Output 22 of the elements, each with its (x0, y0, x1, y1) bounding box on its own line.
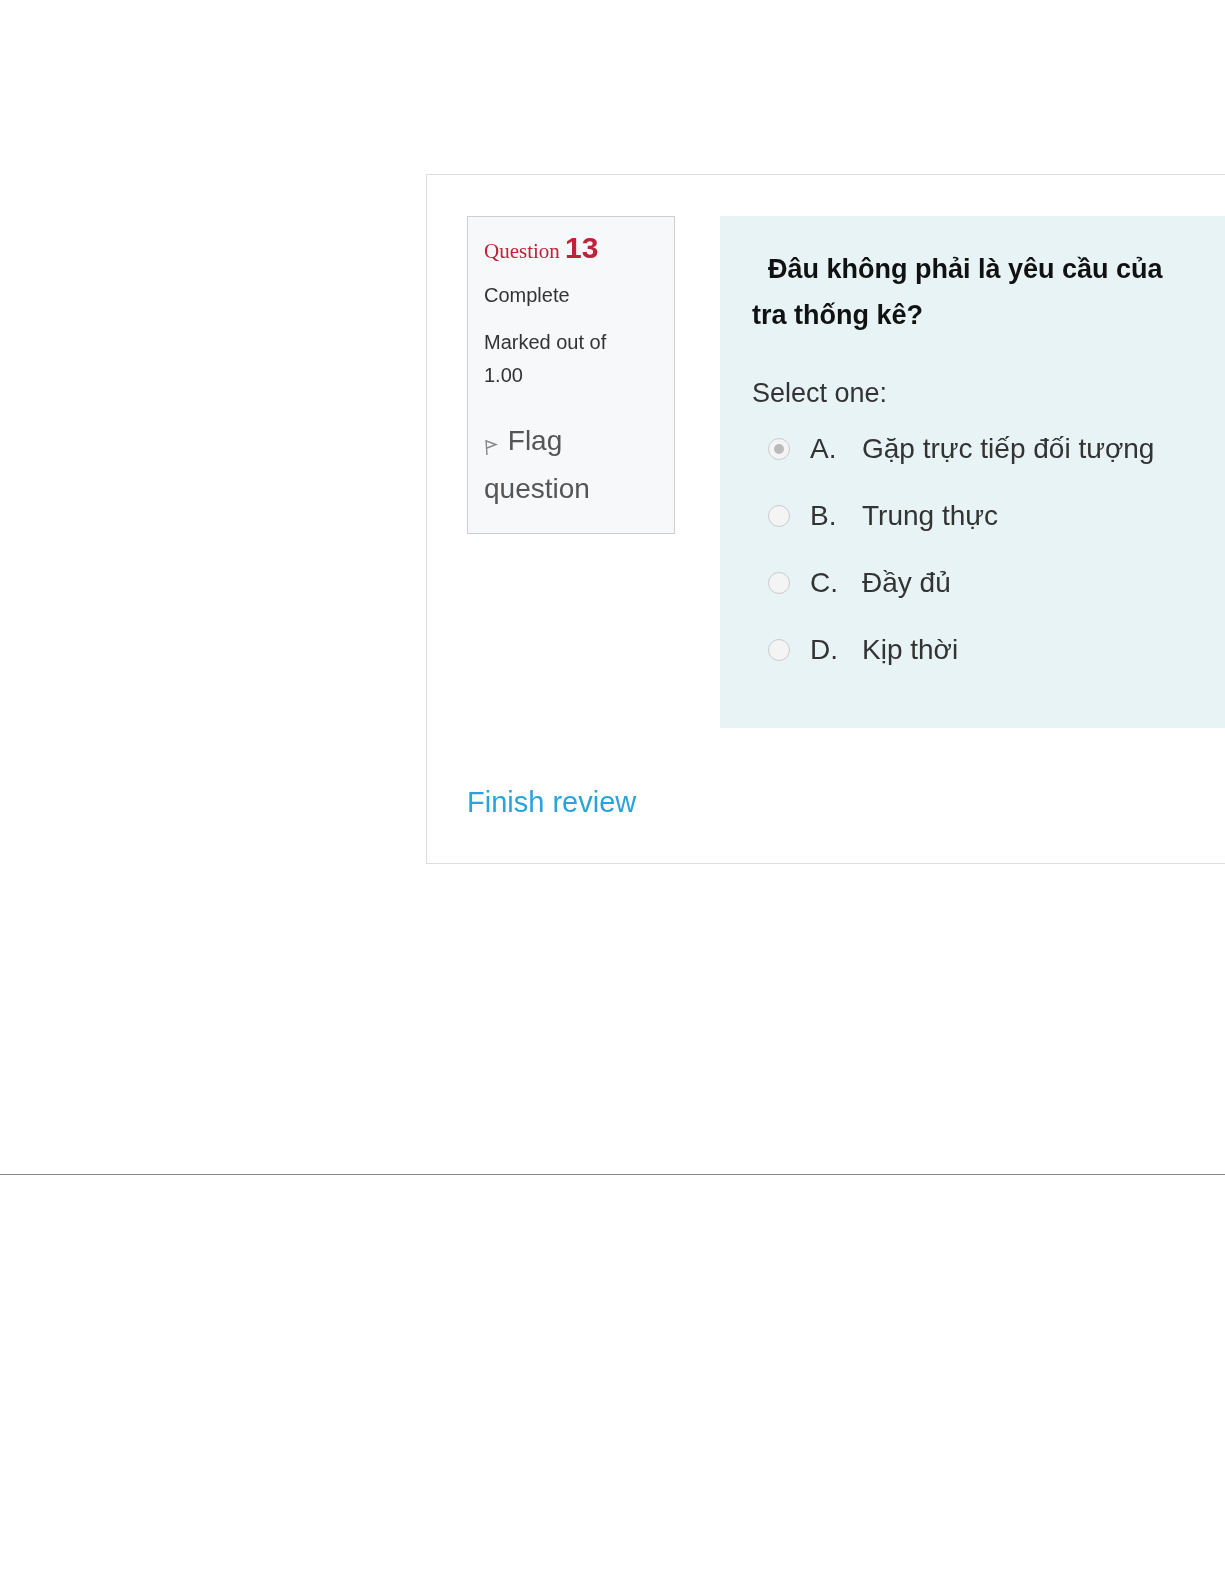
radio-button[interactable] (768, 437, 790, 460)
select-one-prompt: Select one: (752, 378, 889, 409)
option-text: Trung thực (862, 499, 998, 532)
radio-button[interactable] (768, 504, 790, 527)
question-label: Question (484, 239, 560, 263)
option-text: Kịp thời (862, 633, 959, 666)
marked-out-of-value: 1.00 (484, 364, 524, 387)
question-text: tra thống kê? (752, 299, 924, 332)
option-text: Đầy đủ (862, 566, 951, 599)
option-text: Gặp trực tiếp đối tượng (862, 432, 1155, 465)
radio-button[interactable] (768, 638, 790, 661)
flag-question-link[interactable]: Flag question (484, 417, 658, 513)
marked-out-of-label: Marked out of (484, 331, 608, 354)
question-number-value: 13 (565, 231, 599, 264)
radio-button[interactable] (768, 571, 790, 594)
option-letter: C. (810, 566, 839, 599)
question-text: Đâu không phải là yêu cầu của (767, 253, 1164, 286)
flag-icon (484, 438, 498, 456)
option-letter: A. (810, 432, 838, 465)
question-state: Complete (484, 284, 571, 307)
option-letter: B. (810, 499, 838, 532)
option-letter: D. (810, 633, 839, 666)
